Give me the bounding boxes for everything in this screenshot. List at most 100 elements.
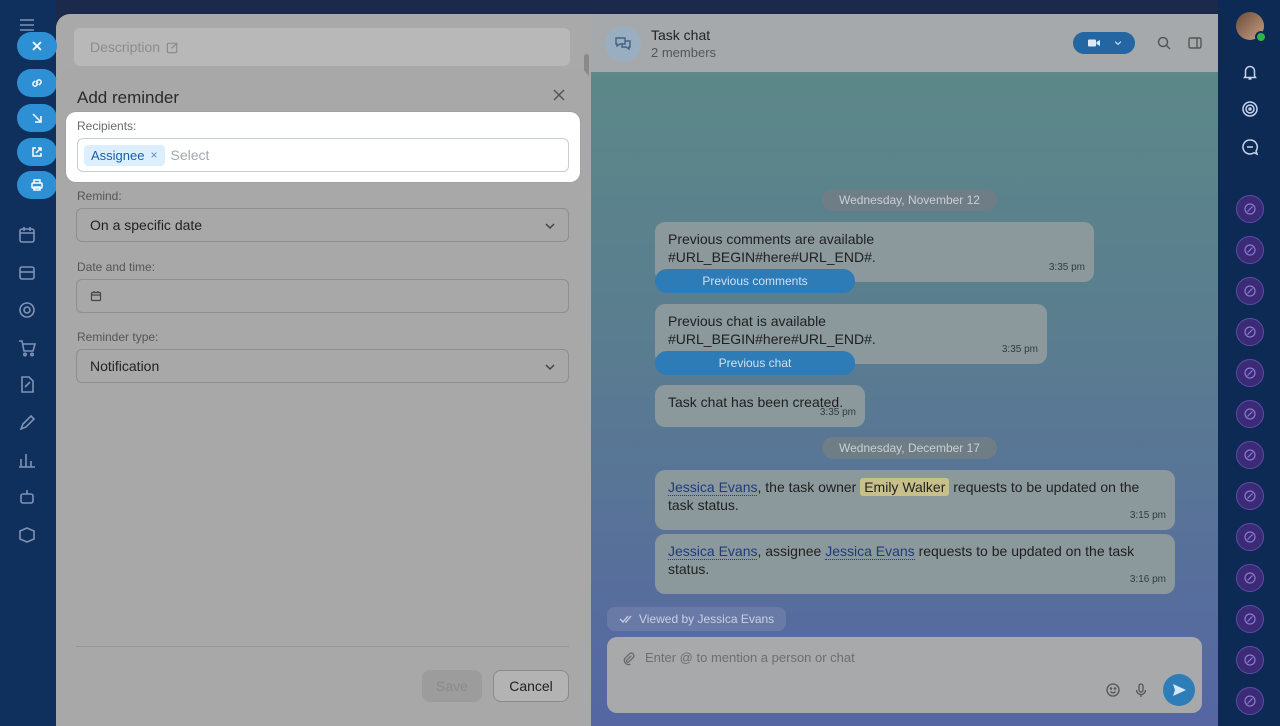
recent-chat-avatar[interactable] [1236,687,1264,715]
cancel-button[interactable]: Cancel [493,670,569,702]
send-icon [1173,684,1186,696]
remove-chip-icon[interactable]: × [150,148,157,162]
datetime-input[interactable] [76,279,569,313]
arrow-down-right-icon [32,113,42,123]
paperclip-icon[interactable] [621,651,636,666]
message-composer[interactable]: Enter @ to mention a person or chat [607,637,1202,713]
target-icon[interactable] [16,299,38,321]
chat-icon [1244,654,1256,666]
remind-select[interactable]: On a specific date [76,208,569,242]
chat-icon [1244,490,1256,502]
emoji-icon[interactable] [1105,682,1121,698]
minimize-button[interactable] [17,104,57,132]
chat-icon [1244,203,1256,215]
microphone-icon[interactable] [1133,682,1149,698]
recipients-input[interactable]: Assignee × Select [77,138,569,172]
recipient-chip-label: Assignee [91,147,145,163]
message-text: Task chat has been created. [668,394,844,410]
save-button[interactable]: Save [422,670,482,702]
chat-icon [1244,285,1256,297]
message-time: 3:35 pm [1001,344,1038,355]
recent-chat-avatar[interactable] [1236,236,1264,264]
message-time: 3:15 pm [1129,510,1166,521]
send-button[interactable] [1163,674,1195,706]
drive-icon[interactable] [16,262,38,284]
previous-chat-button[interactable]: Previous chat [655,351,855,375]
video-camera-icon [1088,39,1100,47]
chat-bubbles-icon [615,37,631,51]
recent-chat-avatar[interactable] [1236,400,1264,428]
chat-message: Jessica Evans, assignee Jessica Evans re… [655,534,1175,594]
cart-icon[interactable] [16,337,38,359]
reminder-type-select[interactable]: Notification [76,349,569,383]
divider [76,646,569,647]
user-mention[interactable]: Jessica Evans [825,543,915,560]
chat-icon [1244,531,1256,543]
chat-bubble-icon[interactable] [1236,133,1264,161]
recent-chat-avatar[interactable] [1236,441,1264,469]
recipient-chip[interactable]: Assignee × [84,144,165,166]
chat-icon [1244,449,1256,461]
chat-message: Task chat has been created. 3:35 pm [655,385,865,427]
close-slider-button[interactable] [17,32,57,60]
recent-chat-avatar[interactable] [1236,646,1264,674]
robot-icon[interactable] [16,486,38,508]
close-icon [32,41,42,51]
recent-chat-avatar[interactable] [1236,195,1264,223]
search-icon[interactable] [1156,35,1172,51]
chart-icon[interactable] [16,449,38,471]
print-button[interactable] [17,171,57,199]
chat-icon [1244,326,1256,338]
close-icon[interactable] [550,86,568,104]
date-separator: Wednesday, November 12 [822,189,997,211]
recent-chat-avatar[interactable] [1236,482,1264,510]
message-text: , the task owner [757,479,861,495]
message-time: 3:35 pm [819,407,856,418]
type-label: Reminder type: [77,330,159,344]
chat-title: Task chat [651,27,711,43]
chevron-down-icon [545,223,555,230]
chat-header: Task chat 2 members [591,14,1218,72]
user-mention[interactable]: Jessica Evans [668,543,758,560]
bell-icon[interactable] [1236,58,1264,86]
message-time: 3:35 pm [1048,262,1085,273]
recent-chat-avatar[interactable] [1236,318,1264,346]
double-check-icon [619,615,632,623]
remind-label: Remind: [77,189,122,203]
recent-chat-avatar[interactable] [1236,359,1264,387]
open-new-window-button[interactable] [17,138,57,166]
sidebar-toggle-icon[interactable] [1187,35,1203,51]
print-icon [31,179,43,191]
message-text: , assignee [757,543,826,559]
user-mention[interactable]: Jessica Evans [668,479,758,496]
dialog-title: Add reminder [77,88,180,107]
user-avatar[interactable] [1236,12,1267,43]
box-icon[interactable] [16,524,38,546]
copy-link-button[interactable] [17,69,57,97]
spiral-icon[interactable] [1236,95,1264,123]
chat-icon [1244,572,1256,584]
chat-icon [1244,367,1256,379]
chat-icon [1244,695,1256,707]
recent-chat-avatar[interactable] [1236,564,1264,592]
chat-avatar [605,26,641,62]
chevron-down-icon [545,364,555,371]
task-chat-panel: Task chat 2 members Wednesday, November … [591,14,1218,726]
user-mention-highlight[interactable]: Emily Walker [860,478,950,496]
recent-chat-avatar[interactable] [1236,523,1264,551]
chat-message: Jessica Evans, the task owner Emily Walk… [655,470,1175,530]
description-placeholder: Description [90,39,161,55]
chat-members[interactable]: 2 members [651,45,716,60]
viewed-text: Viewed by Jessica Evans [639,612,775,626]
pen-icon[interactable] [16,412,38,434]
recent-chat-avatar[interactable] [1236,277,1264,305]
recent-chat-avatar[interactable] [1236,605,1264,633]
document-edit-icon[interactable] [16,374,38,396]
message-input[interactable]: Enter @ to mention a person or chat [645,650,855,665]
reminder-type-value: Notification [90,358,160,374]
calendar-icon[interactable] [16,224,38,246]
previous-comments-button[interactable]: Previous comments [655,269,855,293]
description-field[interactable]: Description [74,28,570,66]
calendar-icon [90,291,102,302]
video-call-button[interactable] [1073,32,1135,54]
